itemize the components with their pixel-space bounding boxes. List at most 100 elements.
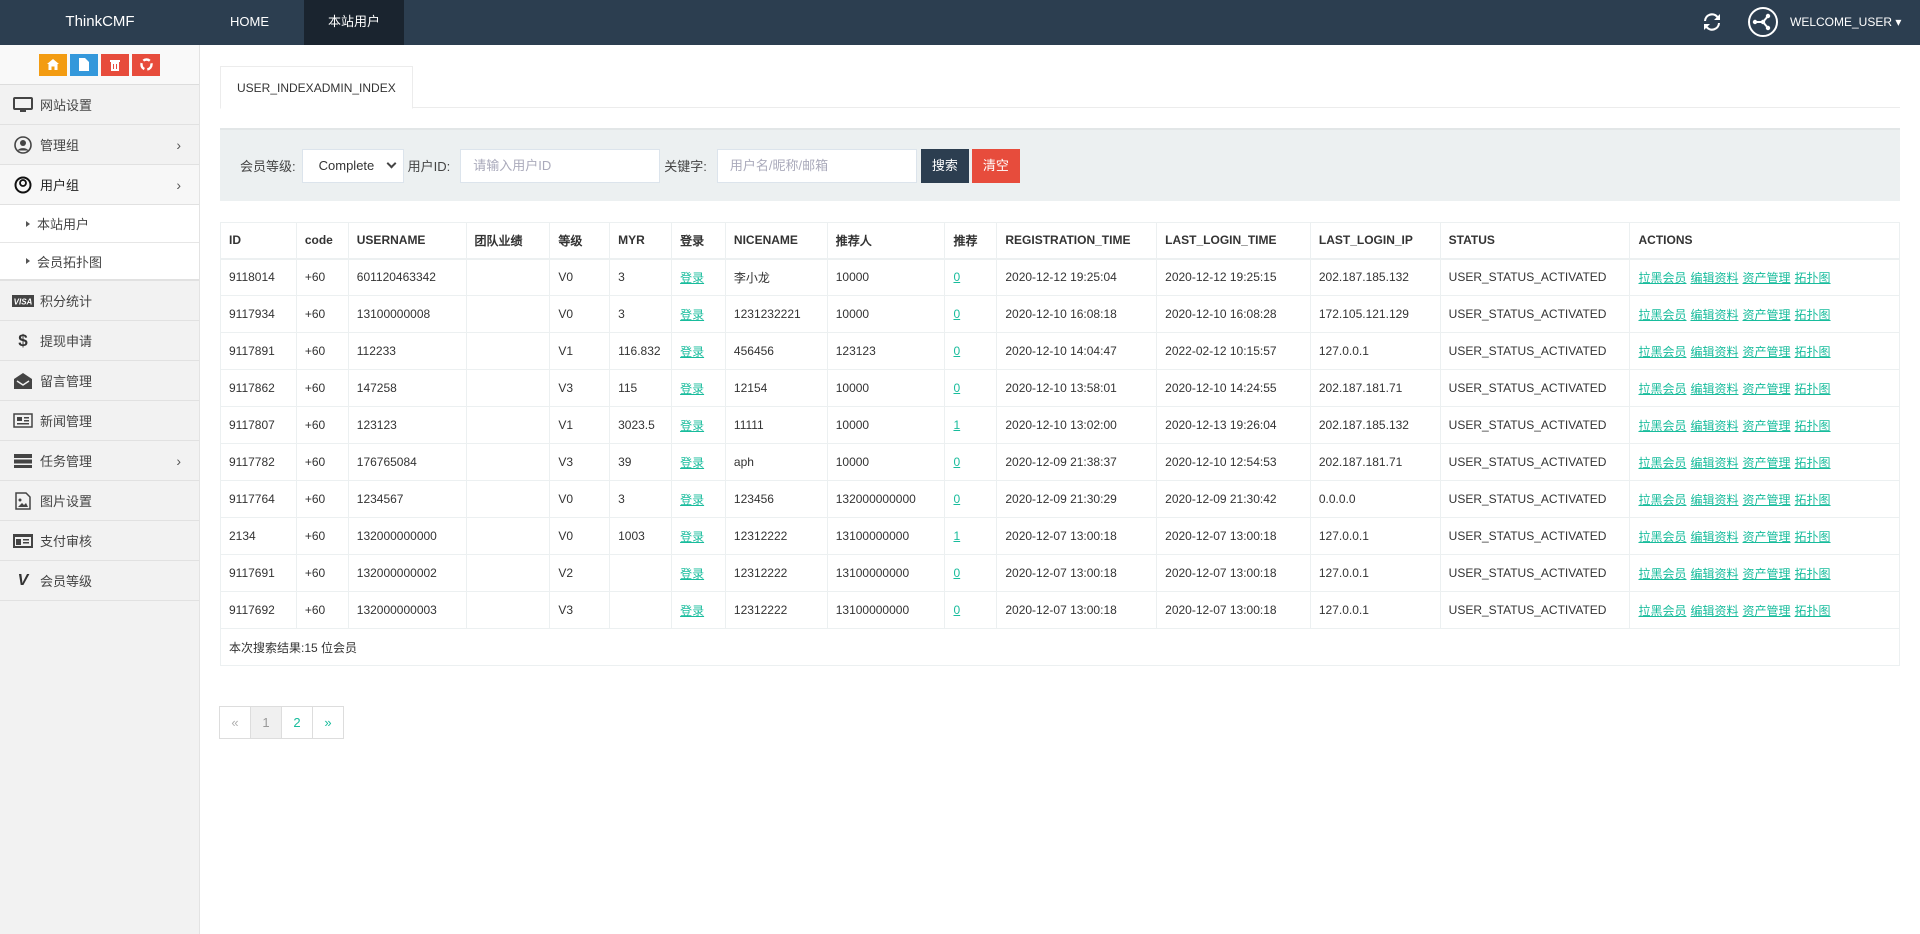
user-menu[interactable]: WELCOME_USER ▾ [1790,0,1901,45]
nav-site-users[interactable]: 本站用户 [304,0,405,45]
home-button[interactable] [39,53,67,76]
blacklist-member-link[interactable]: 拉黑会员 [1638,345,1686,359]
search-button[interactable]: 搜索 [920,148,969,183]
asset-management-link[interactable]: 资产管理 [1743,567,1791,581]
login-as-user-link[interactable]: 登录 [680,419,704,433]
sidebar-item-member-levels[interactable]: V 会员等级 [0,561,199,601]
referrals-link[interactable]: 1 [953,418,960,432]
sidebar-subitem-site-users[interactable]: 本站用户 [0,205,199,243]
asset-management-link[interactable]: 资产管理 [1743,493,1791,507]
login-as-user-link[interactable]: 登录 [680,456,704,470]
asset-management-link[interactable]: 资产管理 [1743,271,1791,285]
topology-link[interactable]: 拓扑图 [1795,530,1831,544]
asset-management-link[interactable]: 资产管理 [1743,456,1791,470]
pagination-page-1[interactable]: 1 [250,706,282,739]
blacklist-member-link[interactable]: 拉黑会员 [1638,271,1686,285]
sidebar-item-images[interactable]: 图片设置 [0,481,199,521]
referrals-link[interactable]: 0 [953,492,960,506]
edit-profile-link[interactable]: 编辑资料 [1691,456,1739,470]
topology-link[interactable]: 拓扑图 [1795,271,1831,285]
brand-logo[interactable]: ThinkCMF [0,0,200,45]
topology-link[interactable]: 拓扑图 [1795,345,1831,359]
topology-link[interactable]: 拓扑图 [1795,308,1831,322]
topology-link[interactable]: 拓扑图 [1795,493,1831,507]
topology-link[interactable]: 拓扑图 [1795,567,1831,581]
level-select[interactable]: Complete [301,148,404,183]
login-as-user-link[interactable]: 登录 [680,530,704,544]
login-as-user-link[interactable]: 登录 [680,493,704,507]
userid-input[interactable] [460,148,661,183]
tab-user-index[interactable]: USER_INDEXADMIN_INDEX [220,66,413,109]
sidebar-item-admin-group[interactable]: 管理组 › [0,125,199,165]
user-circle-icon [12,135,34,154]
edit-profile-link[interactable]: 编辑资料 [1691,493,1739,507]
cell-username: 132000000000 [347,517,467,555]
pagination-page-2[interactable]: 2 [281,706,313,739]
sidebar-item-tasks[interactable]: 任务管理 › [0,441,199,481]
asset-management-link[interactable]: 资产管理 [1743,345,1791,359]
referrals-link[interactable]: 0 [953,381,960,395]
caret-right-icon [26,220,30,227]
login-as-user-link[interactable]: 登录 [680,604,704,618]
login-as-user-link[interactable]: 登录 [680,382,704,396]
referrals-link[interactable]: 0 [953,270,960,284]
referrals-link[interactable]: 0 [953,307,960,321]
nav-home[interactable]: HOME [206,0,293,45]
sidebar-item-payment-review[interactable]: 支付审核 [0,521,199,561]
asset-management-link[interactable]: 资产管理 [1743,419,1791,433]
trash-button[interactable] [101,53,129,76]
referrals-link[interactable]: 1 [953,529,960,543]
blacklist-member-link[interactable]: 拉黑会员 [1638,493,1686,507]
pagination-next[interactable]: » [312,706,344,739]
cell-last-login-time: 2020-12-12 19:25:15 [1156,258,1311,296]
topology-link[interactable]: 拓扑图 [1795,382,1831,396]
referrals-link[interactable]: 0 [953,566,960,580]
edit-profile-link[interactable]: 编辑资料 [1691,419,1739,433]
edit-profile-link[interactable]: 编辑资料 [1691,345,1739,359]
login-as-user-link[interactable]: 登录 [680,567,704,581]
login-as-user-link[interactable]: 登录 [680,308,704,322]
cell-nickname: 12312222 [724,554,828,592]
blacklist-member-link[interactable]: 拉黑会员 [1638,456,1686,470]
asset-management-link[interactable]: 资产管理 [1743,382,1791,396]
sidebar-item-withdrawal[interactable]: $ 提现申请 [0,321,199,361]
blacklist-member-link[interactable]: 拉黑会员 [1638,382,1686,396]
blacklist-member-link[interactable]: 拉黑会员 [1638,604,1686,618]
clear-button[interactable]: 清空 [971,148,1020,183]
blacklist-member-link[interactable]: 拉黑会员 [1638,308,1686,322]
referrals-link[interactable]: 0 [953,344,960,358]
cell-login: 登录 [671,332,726,370]
file-button[interactable] [70,53,98,76]
login-as-user-link[interactable]: 登录 [680,271,704,285]
topology-link[interactable]: 拓扑图 [1795,419,1831,433]
sidebar-item-site-settings[interactable]: 网站设置 [0,85,199,125]
referrals-link[interactable]: 0 [953,603,960,617]
sidebar-subitem-member-topology[interactable]: 会员拓扑图 [0,243,199,281]
referrals-link[interactable]: 0 [953,455,960,469]
asset-management-link[interactable]: 资产管理 [1743,308,1791,322]
topology-link[interactable]: 拓扑图 [1795,456,1831,470]
refresh-icon[interactable] [1700,10,1724,34]
blacklist-member-link[interactable]: 拉黑会员 [1638,419,1686,433]
edit-profile-link[interactable]: 编辑资料 [1691,382,1739,396]
sidebar-item-messages[interactable]: 留言管理 [0,361,199,401]
blacklist-member-link[interactable]: 拉黑会员 [1638,567,1686,581]
user-avatar-icon[interactable] [1748,7,1778,37]
sidebar-item-news[interactable]: 新闻管理 [0,401,199,441]
edit-profile-link[interactable]: 编辑资料 [1691,530,1739,544]
topology-link[interactable]: 拓扑图 [1795,604,1831,618]
sidebar-item-user-group[interactable]: 用户组 › [0,165,199,205]
edit-profile-link[interactable]: 编辑资料 [1691,308,1739,322]
sidebar-item-points[interactable]: VISA 积分统计 [0,281,199,321]
keyword-input[interactable] [716,148,917,183]
asset-management-link[interactable]: 资产管理 [1743,530,1791,544]
edit-profile-link[interactable]: 编辑资料 [1691,567,1739,581]
edit-profile-link[interactable]: 编辑资料 [1691,604,1739,618]
pagination-prev[interactable]: « [219,706,251,739]
cell-level: V1 [549,406,611,444]
blacklist-member-link[interactable]: 拉黑会员 [1638,530,1686,544]
login-as-user-link[interactable]: 登录 [680,345,704,359]
asset-management-link[interactable]: 资产管理 [1743,604,1791,618]
edit-profile-link[interactable]: 编辑资料 [1691,271,1739,285]
recycle-button[interactable] [132,53,160,76]
